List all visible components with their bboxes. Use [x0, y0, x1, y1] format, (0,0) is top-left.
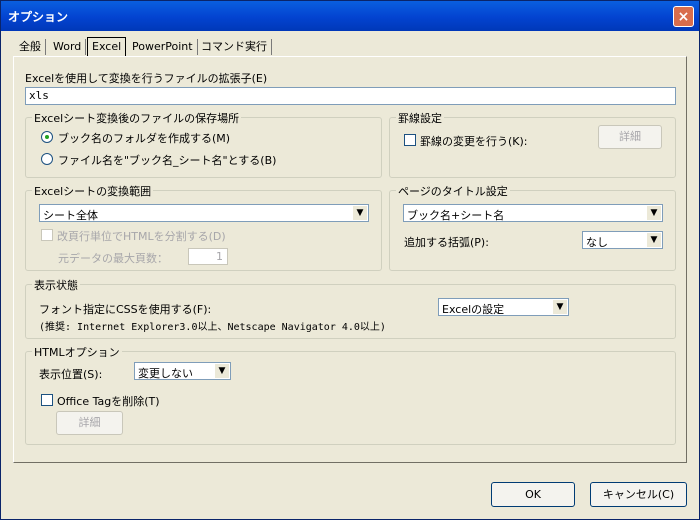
display-title: 表示状態	[32, 277, 80, 293]
bracket-combo[interactable]: なし ▼	[582, 231, 663, 249]
close-button[interactable]: ×	[673, 6, 694, 27]
title-bar[interactable]: オプション ×	[1, 1, 699, 31]
css-combo[interactable]: Excelの設定 ▼	[438, 298, 569, 316]
chevron-down-icon: ▼	[215, 364, 229, 378]
chevron-down-icon: ▼	[553, 300, 567, 314]
cancel-button[interactable]: キャンセル(C)	[590, 482, 687, 507]
tab-word[interactable]: Word	[49, 39, 87, 55]
split-page-label: 改頁行単位でHTMLを分割する(D)	[57, 230, 226, 243]
extension-input[interactable]: xls	[25, 87, 676, 105]
create-folder-label: ブック名のフォルダを作成する(M)	[58, 132, 231, 145]
max-pages-input[interactable]: 1	[188, 248, 228, 265]
css-combo-value: Excelの設定	[442, 303, 505, 316]
chevron-down-icon: ▼	[647, 233, 661, 247]
range-combo-value: シート全体	[43, 209, 98, 222]
window-title: オプション	[8, 10, 69, 24]
max-pages-label: 元データの最大頁数：	[58, 252, 168, 265]
html-option-title: HTMLオプション	[32, 344, 122, 360]
tab-general[interactable]: 全般	[15, 39, 46, 55]
office-tag-checkbox[interactable]	[41, 394, 53, 406]
css-label: フォント指定にCSSを使用する(F):	[39, 303, 212, 316]
ruled-details-button[interactable]: 詳細	[598, 125, 662, 149]
ruled-change-label: 罫線の変更を行う(K):	[420, 135, 528, 148]
page-title-combo-value: ブック名+シート名	[407, 209, 505, 222]
chevron-down-icon: ▼	[353, 206, 367, 220]
position-label: 表示位置(S):	[39, 368, 103, 381]
browser-note: (推奨: Internet Explorer3.0以上、Netscape Nav…	[39, 322, 386, 333]
options-dialog: オプション × 全般 Word Excel PowerPoint コマンド実行 …	[0, 0, 700, 520]
page-title-combo[interactable]: ブック名+シート名 ▼	[403, 204, 663, 222]
ruled-change-checkbox[interactable]	[404, 134, 416, 146]
tab-powerpoint[interactable]: PowerPoint	[128, 39, 198, 55]
ok-button[interactable]: OK	[491, 482, 575, 507]
range-title: Excelシートの変換範囲	[32, 183, 154, 199]
range-combo[interactable]: シート全体 ▼	[39, 204, 369, 222]
extension-label: Excelを使用して変換を行うファイルの拡張子(E)	[25, 72, 268, 85]
radio-create-folder[interactable]	[41, 131, 53, 143]
save-location-title: Excelシート変換後のファイルの保存場所	[32, 110, 242, 126]
ruled-line-title: 罫線設定	[396, 110, 444, 126]
tab-excel[interactable]: Excel	[87, 37, 127, 57]
split-page-checkbox[interactable]	[41, 229, 53, 241]
tab-command[interactable]: コマンド実行	[197, 39, 272, 55]
position-combo[interactable]: 変更しない ▼	[134, 362, 231, 380]
page-title-title: ページのタイトル設定	[396, 183, 510, 199]
position-combo-value: 変更しない	[138, 367, 193, 380]
office-tag-label: Office Tagを削除(T)	[57, 395, 160, 408]
bracket-combo-value: なし	[586, 236, 608, 249]
save-location-group: Excelシート変換後のファイルの保存場所	[25, 110, 382, 178]
bracket-label: 追加する括弧(P):	[404, 236, 489, 249]
book-sheet-name-label: ファイル名を"ブック名_シート名"とする(B)	[58, 154, 277, 167]
radio-book-sheet-name[interactable]	[41, 153, 53, 165]
chevron-down-icon: ▼	[647, 206, 661, 220]
html-details-button[interactable]: 詳細	[56, 411, 123, 435]
